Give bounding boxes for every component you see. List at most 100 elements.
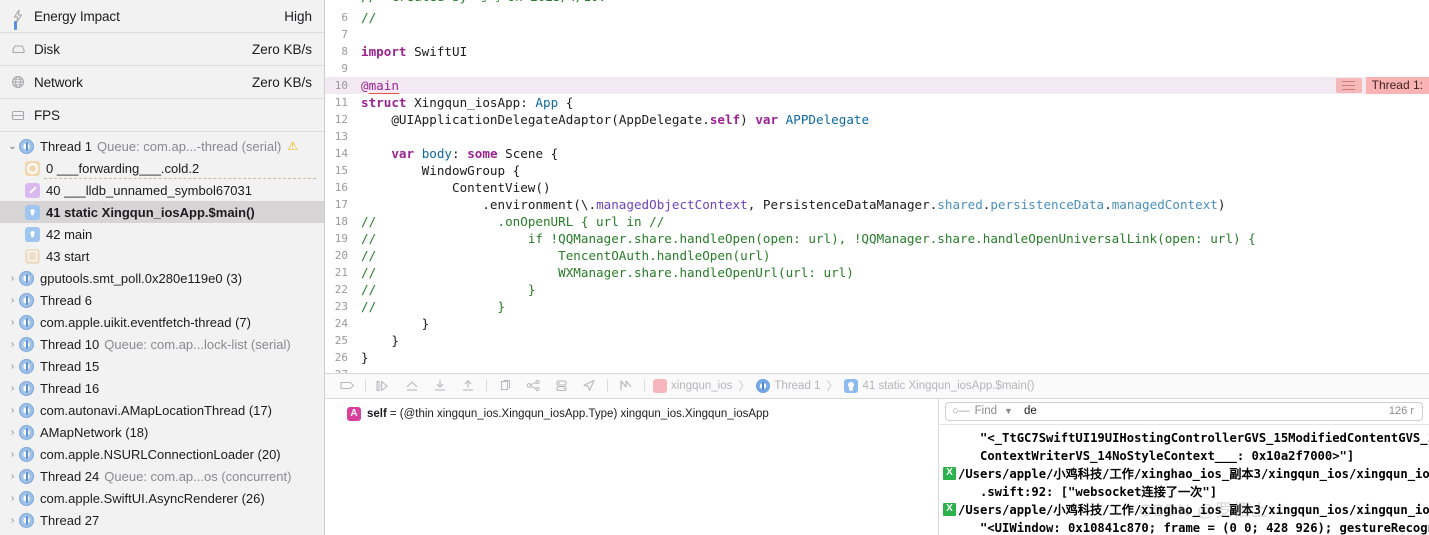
variable-row[interactable]: Aself = (@thin xingqun_ios.Xingqun_iosApp…: [325, 405, 938, 423]
stack-frame-row[interactable]: 43 start: [0, 245, 324, 267]
code-line[interactable]: 16 ContentView(): [325, 179, 1429, 196]
code-line[interactable]: 7: [325, 26, 1429, 43]
thread-icon: [19, 446, 34, 462]
thread-row[interactable]: › com.apple.uikit.eventfetch-thread (7): [0, 311, 324, 333]
code-line[interactable]: 12 @UIApplicationDelegateAdaptor(AppDele…: [325, 111, 1429, 128]
chevron-right-icon[interactable]: ›: [6, 493, 19, 504]
chevron-down-icon[interactable]: ⌄: [6, 141, 19, 152]
thread-row[interactable]: › Thread 24 Queue: com.ap...os (concurrent…: [0, 465, 324, 487]
thread-row[interactable]: › com.autonavi.AMapLocationThread (17): [0, 399, 324, 421]
debug-toolbar[interactable]: xingqun_ios 〉 Thread 1 〉 41 static Xingqun_i…: [325, 373, 1429, 399]
chevron-right-icon[interactable]: ›: [6, 295, 19, 306]
inline-error-badge[interactable]: Thread 1:: [1335, 77, 1429, 94]
console-find-field[interactable]: ○— Find ▼ de 126 r: [945, 401, 1423, 421]
console-line: "<_TtGC7SwiftUI19UIHostingControllerGVS_…: [943, 429, 1429, 447]
code-line[interactable]: 9: [325, 60, 1429, 77]
console-output[interactable]: "<_TtGC7SwiftUI19UIHostingControllerGVS_…: [939, 425, 1429, 535]
environment-overrides-icon[interactable]: [547, 375, 575, 397]
chevron-right-icon[interactable]: ›: [6, 515, 19, 526]
code-line[interactable]: 21 // WXManager.share.handleOpenUrl(url: …: [325, 264, 1429, 281]
simulate-location-icon[interactable]: [575, 375, 603, 397]
code-line[interactable]: 6 //: [325, 9, 1429, 26]
thread-row[interactable]: › Thread 27: [0, 509, 324, 531]
gauge-row-fps[interactable]: FPS: [0, 99, 324, 132]
step-out-icon[interactable]: [454, 375, 482, 397]
code-line[interactable]: 25 }: [325, 332, 1429, 349]
thread-row[interactable]: › Thread 15: [0, 355, 324, 377]
gauge-row-energy-impact[interactable]: Energy Impact High: [0, 0, 324, 33]
stack-frame-icon: [25, 226, 40, 242]
chevron-right-icon[interactable]: ›: [6, 317, 19, 328]
code-line[interactable]: 13: [325, 128, 1429, 145]
step-into-icon[interactable]: [426, 375, 454, 397]
continue-icon[interactable]: [370, 375, 398, 397]
code-line[interactable]: 5// Created by 马鸣 on 2023/4/10.: [325, 0, 1429, 9]
thread-row[interactable]: › com.apple.SwiftUI.AsyncRenderer (26): [0, 487, 324, 509]
thread-row[interactable]: › gputools.smt_poll.0x280e119e0 (3): [0, 267, 324, 289]
stack-frame-row[interactable]: 41 static Xingqun_iosApp.$main(): [0, 201, 324, 223]
code-line[interactable]: 20 // TencentOAuth.handleOpen(url): [325, 247, 1429, 264]
code-line[interactable]: 10 @main Thread 1:: [325, 77, 1429, 94]
chevron-right-icon[interactable]: ›: [6, 449, 19, 460]
code-line[interactable]: 23 // }: [325, 298, 1429, 315]
breadcrumb-label[interactable]: xingqun_ios: [671, 380, 732, 392]
chevron-right-icon[interactable]: ›: [6, 405, 19, 416]
chevron-right-icon[interactable]: ›: [6, 361, 19, 372]
thread-row[interactable]: › AMapNetwork (18): [0, 421, 324, 443]
code-line[interactable]: 22 // }: [325, 281, 1429, 298]
thread-row[interactable]: ›Thread 28: [0, 531, 324, 535]
code-token: .: [1104, 197, 1112, 212]
source-code-editor[interactable]: 5// Created by 马鸣 on 2023/4/10. 6 // 7 8 impo…: [325, 0, 1429, 374]
memory-graph-icon[interactable]: [519, 375, 547, 397]
code-text: // TencentOAuth.handleOpen(url): [355, 247, 1429, 264]
find-input-value[interactable]: de: [1024, 405, 1037, 417]
hide-debug-area-icon[interactable]: [333, 375, 361, 397]
console-view[interactable]: ○— Find ▼ de 126 r "<_TtGC7SwiftUI19UIHo…: [939, 398, 1429, 535]
chevron-right-icon[interactable]: ›: [6, 273, 19, 284]
thread-row[interactable]: › Thread 6: [0, 289, 324, 311]
breadcrumb-separator: 〉: [738, 379, 751, 394]
code-line[interactable]: 8 import SwiftUI: [325, 43, 1429, 60]
chevron-right-icon[interactable]: ›: [6, 383, 19, 394]
line-number: 7: [341, 28, 348, 41]
thread-name: 43 start: [46, 248, 90, 264]
code-line[interactable]: 24 }: [325, 315, 1429, 332]
thread-row[interactable]: › com.apple.NSURLConnectionLoader (20): [0, 443, 324, 465]
thread-row[interactable]: ⌄ Thread 1 Queue: com.ap...-thread (serial…: [0, 135, 324, 157]
frame-icon: [844, 378, 859, 393]
chevron-down-icon[interactable]: ▼: [1004, 406, 1013, 416]
code-line[interactable]: 18 // .onOpenURL { url in //: [325, 213, 1429, 230]
chevron-right-icon[interactable]: ›: [6, 471, 19, 482]
stack-flow-icon[interactable]: [612, 375, 640, 397]
step-over-icon[interactable]: [398, 375, 426, 397]
view-hierarchy-icon[interactable]: [491, 375, 519, 397]
code-line[interactable]: 17 .environment(\.managedObjectContext, …: [325, 196, 1429, 213]
thread-row[interactable]: › Thread 10 Queue: com.ap...lock-list (ser…: [0, 333, 324, 355]
chevron-right-icon[interactable]: ›: [6, 339, 19, 350]
variables-view[interactable]: Aself = (@thin xingqun_ios.Xingqun_iosApp…: [325, 398, 939, 535]
breadcrumb-label[interactable]: 41 static Xingqun_iosApp.$main(): [862, 380, 1034, 392]
stack-frame-row[interactable]: 0 ___forwarding___.cold.2: [0, 157, 324, 179]
debug-breadcrumb[interactable]: xingqun_ios 〉 Thread 1 〉 41 static Xingqun_i…: [653, 377, 1034, 394]
gauge-row-network[interactable]: Network Zero KB/s: [0, 66, 324, 99]
code-line[interactable]: 11 struct Xingqun_iosApp: App {: [325, 94, 1429, 111]
code-text: .environment(\.managedObjectContext, Per…: [355, 196, 1429, 213]
gauge-row-disk[interactable]: Disk Zero KB/s: [0, 33, 324, 66]
thread-list[interactable]: ⌄ Thread 1 Queue: com.ap...-thread (serial…: [0, 132, 324, 535]
breadcrumb-label[interactable]: Thread 1: [774, 380, 820, 392]
code-token: ): [740, 112, 756, 127]
code-line[interactable]: 19 // if !QQManager.share.handleOpen(open…: [325, 230, 1429, 247]
line-number: 24: [334, 317, 348, 330]
code-line[interactable]: 26}: [325, 349, 1429, 366]
console-line-text: .swift:92: ["websocket连接了一次"]: [958, 484, 1218, 499]
code-line[interactable]: 27: [325, 366, 1429, 373]
console-find-bar[interactable]: ○— Find ▼ de 126 r: [939, 399, 1429, 425]
code-line[interactable]: 14 var body: some Scene {: [325, 145, 1429, 162]
chevron-right-icon[interactable]: ›: [6, 427, 19, 438]
stack-frame-row[interactable]: 42 main: [0, 223, 324, 245]
stack-frame-row[interactable]: 40 ___lldb_unnamed_symbol67031: [0, 179, 324, 201]
code-line[interactable]: 15 WindowGroup {: [325, 162, 1429, 179]
thread-row[interactable]: › Thread 16: [0, 377, 324, 399]
error-list-icon[interactable]: [1335, 78, 1362, 93]
code-token: //: [361, 248, 377, 263]
